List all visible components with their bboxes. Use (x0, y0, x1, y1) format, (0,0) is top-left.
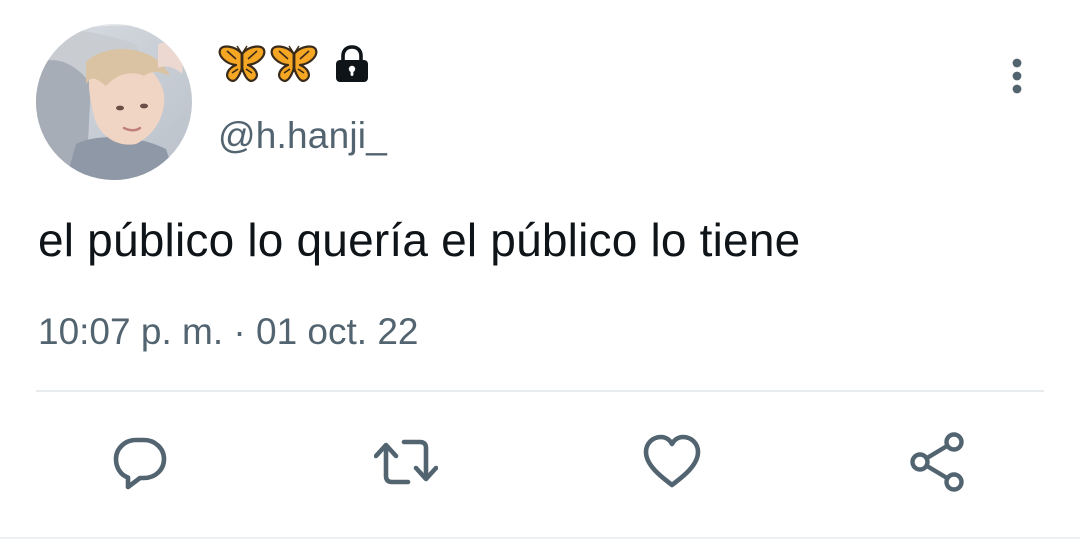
retweet-button[interactable] (374, 430, 438, 494)
bottom-divider (0, 537, 1080, 539)
more-options-button[interactable] (1000, 52, 1034, 100)
heart-icon (643, 434, 701, 488)
action-bar (0, 430, 1080, 494)
tweet-text: el público lo quería el público lo tiene (38, 214, 801, 266)
divider (36, 390, 1044, 392)
tweet-timestamp[interactable]: 10:07 p. m. · 01 oct. 22 (38, 308, 419, 356)
retweet-icon (374, 439, 438, 485)
lock-icon (332, 44, 372, 89)
butterfly-icon (218, 44, 266, 89)
share-button[interactable] (906, 430, 970, 494)
more-vertical-icon (1012, 58, 1022, 94)
butterfly-icon (270, 44, 318, 89)
reply-icon (113, 437, 167, 490)
like-button[interactable] (640, 430, 704, 494)
display-name[interactable] (218, 44, 372, 88)
share-icon (910, 432, 964, 492)
avatar[interactable] (36, 24, 192, 180)
user-handle[interactable]: @h.hanji_ (218, 114, 387, 158)
reply-button[interactable] (108, 430, 172, 494)
